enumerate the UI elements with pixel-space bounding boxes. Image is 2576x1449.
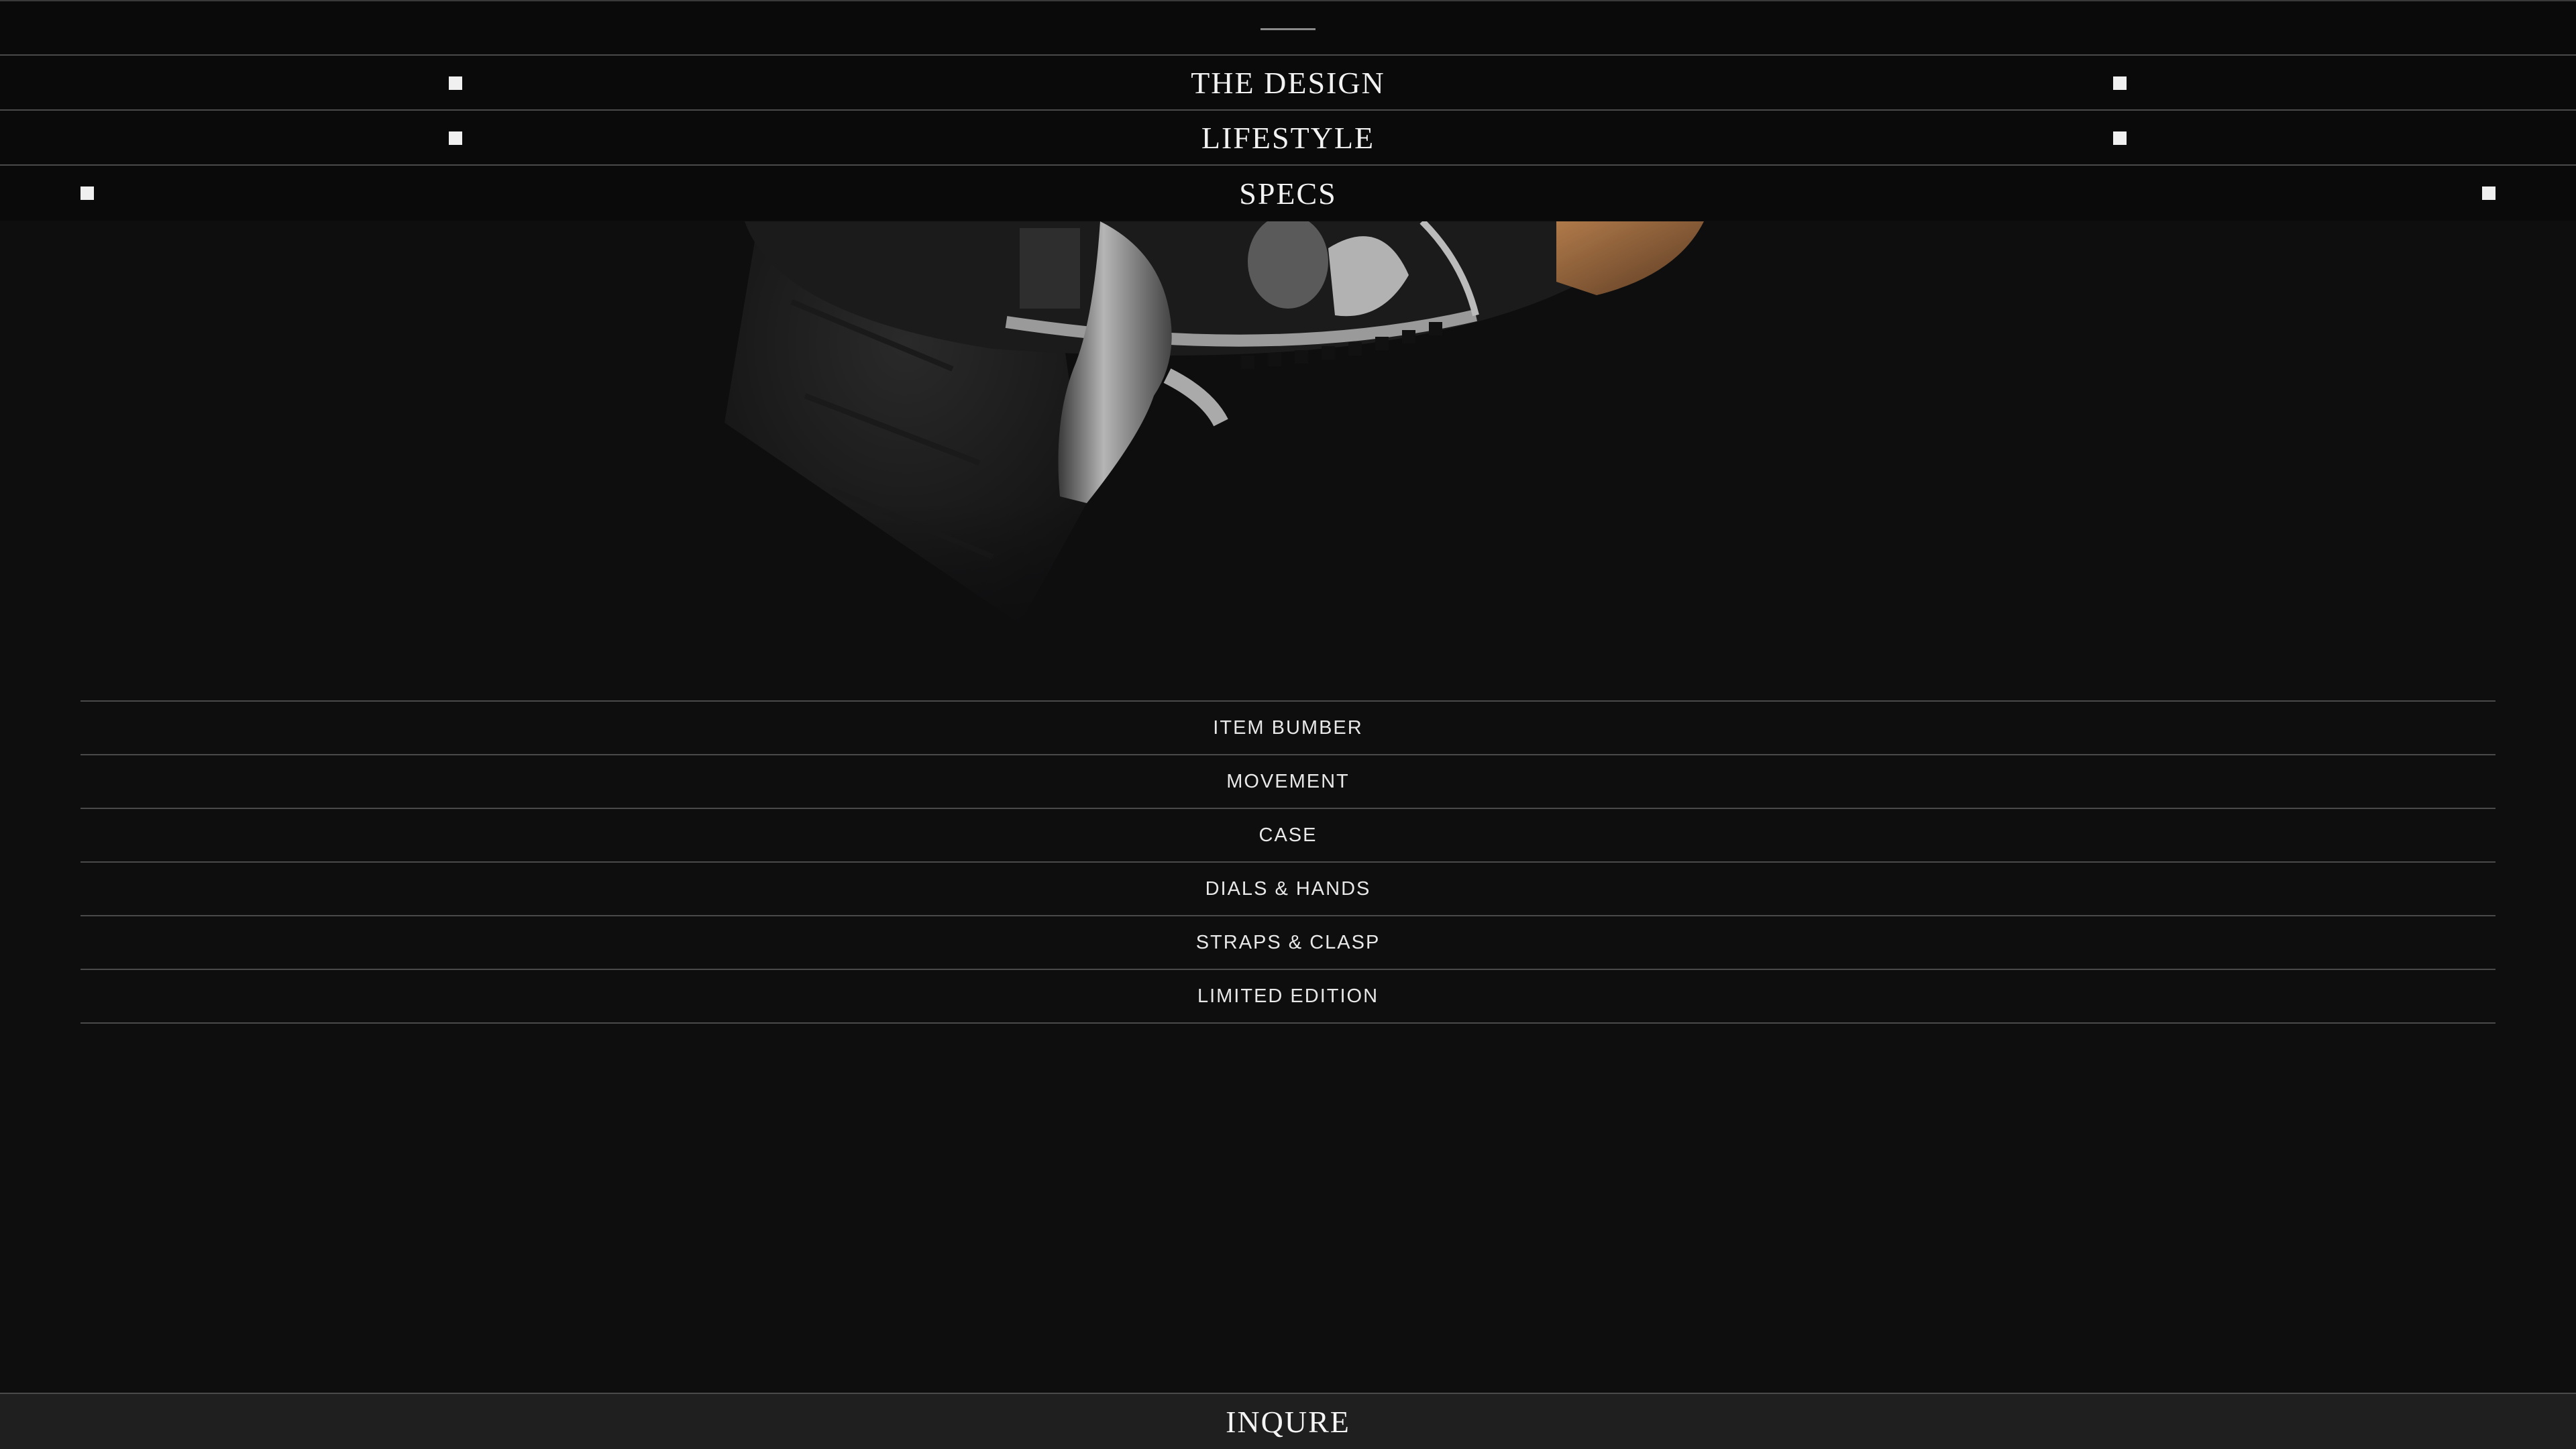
spec-item-label: MOVEMENT [1226, 770, 1350, 792]
spec-item-dials-hands[interactable]: DIALS & HANDS [80, 863, 2496, 916]
top-handle-bar[interactable] [0, 0, 2576, 56]
nav-item-label: SPECS [1239, 176, 1337, 211]
square-bullet-icon [2113, 76, 2127, 90]
nav-item-label: LIFESTYLE [1201, 120, 1375, 155]
spec-item-case[interactable]: CASE [80, 809, 2496, 863]
spec-item-label: LIMITED EDITION [1197, 985, 1379, 1007]
drag-handle-icon[interactable] [1260, 28, 1316, 30]
square-bullet-icon [449, 131, 462, 145]
square-bullet-icon [80, 186, 94, 200]
spec-item-straps-clasp[interactable]: STRAPS & CLASP [80, 916, 2496, 970]
nav-item-the-design[interactable]: THE DESIGN [0, 56, 2576, 111]
spec-item-movement[interactable]: MOVEMENT [80, 755, 2496, 809]
spec-item-label: ITEM BUMBER [1213, 716, 1363, 739]
square-bullet-icon [2482, 186, 2496, 200]
watch-image [0, 221, 2576, 691]
inquire-button-label: INQURE [1226, 1404, 1350, 1439]
square-bullet-icon [2113, 131, 2127, 145]
inquire-button[interactable]: INQURE [0, 1393, 2576, 1449]
spec-item-label: DIALS & HANDS [1205, 877, 1371, 900]
spec-item-limited-edition[interactable]: LIMITED EDITION [80, 970, 2496, 1024]
nav-item-lifestyle[interactable]: LIFESTYLE [0, 111, 2576, 166]
nav-item-label: THE DESIGN [1191, 65, 1385, 100]
spec-item-item-number[interactable]: ITEM BUMBER [80, 702, 2496, 755]
spec-item-label: CASE [1258, 824, 1318, 846]
nav-item-specs[interactable]: SPECS [0, 166, 2576, 221]
square-bullet-icon [449, 76, 462, 90]
page: THE DESIGN LIFESTYLE SPECS ITEM BUMBER M… [0, 0, 2576, 1449]
spec-item-label: STRAPS & CLASP [1195, 931, 1381, 953]
specs-list: ITEM BUMBER MOVEMENT CASE DIALS & HANDS … [80, 700, 2496, 1024]
